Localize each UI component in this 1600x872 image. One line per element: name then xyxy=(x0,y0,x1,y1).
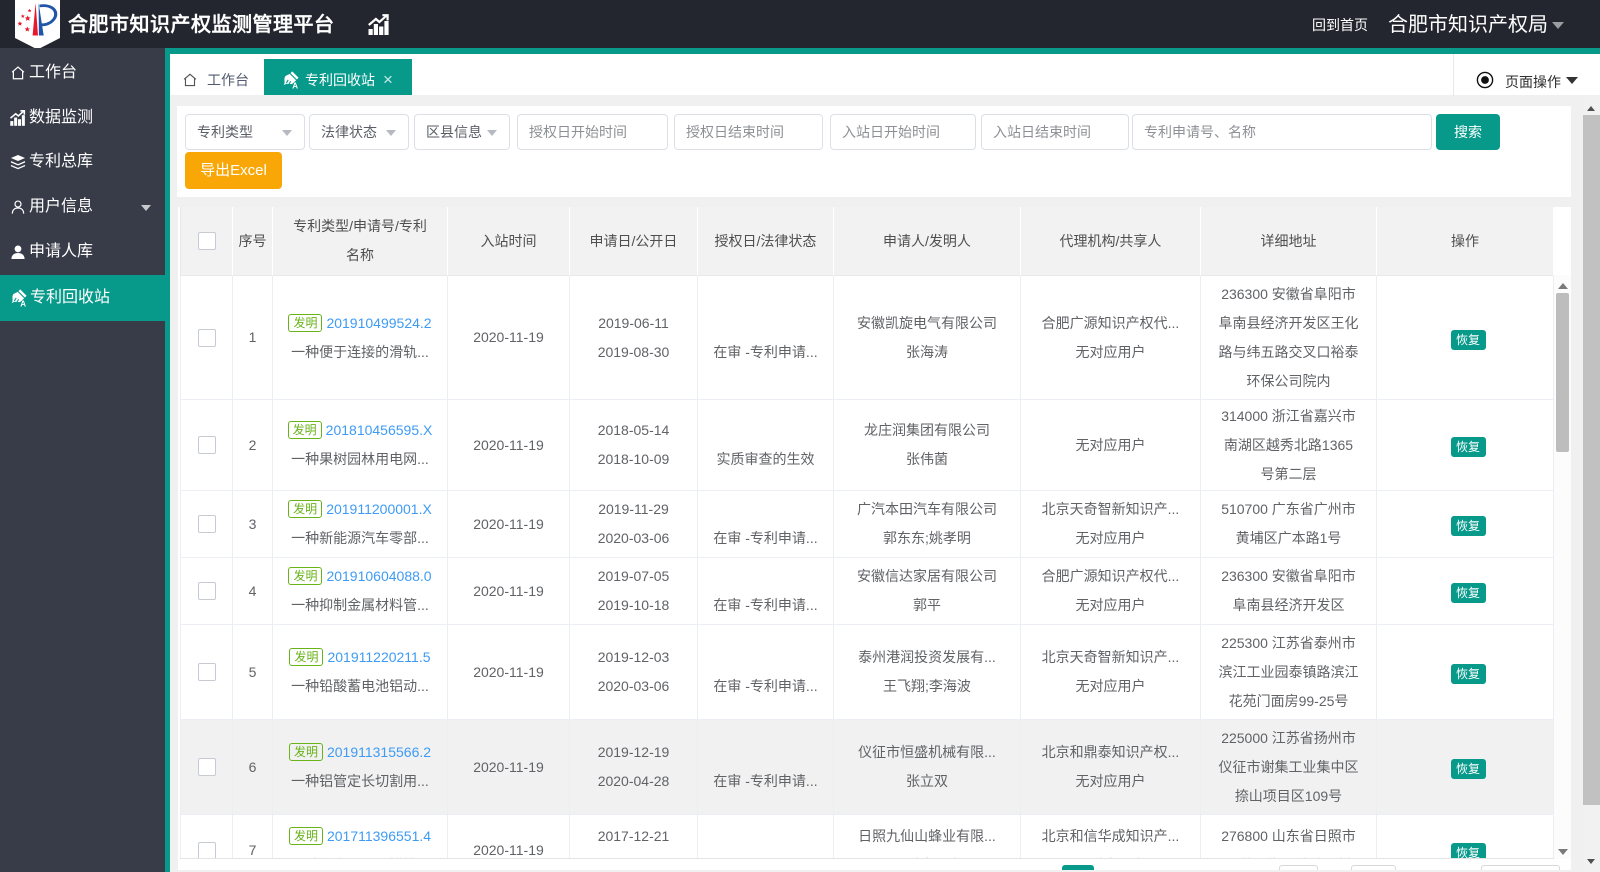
svg-text:A: A xyxy=(292,81,298,89)
svg-text:A: A xyxy=(20,299,26,307)
